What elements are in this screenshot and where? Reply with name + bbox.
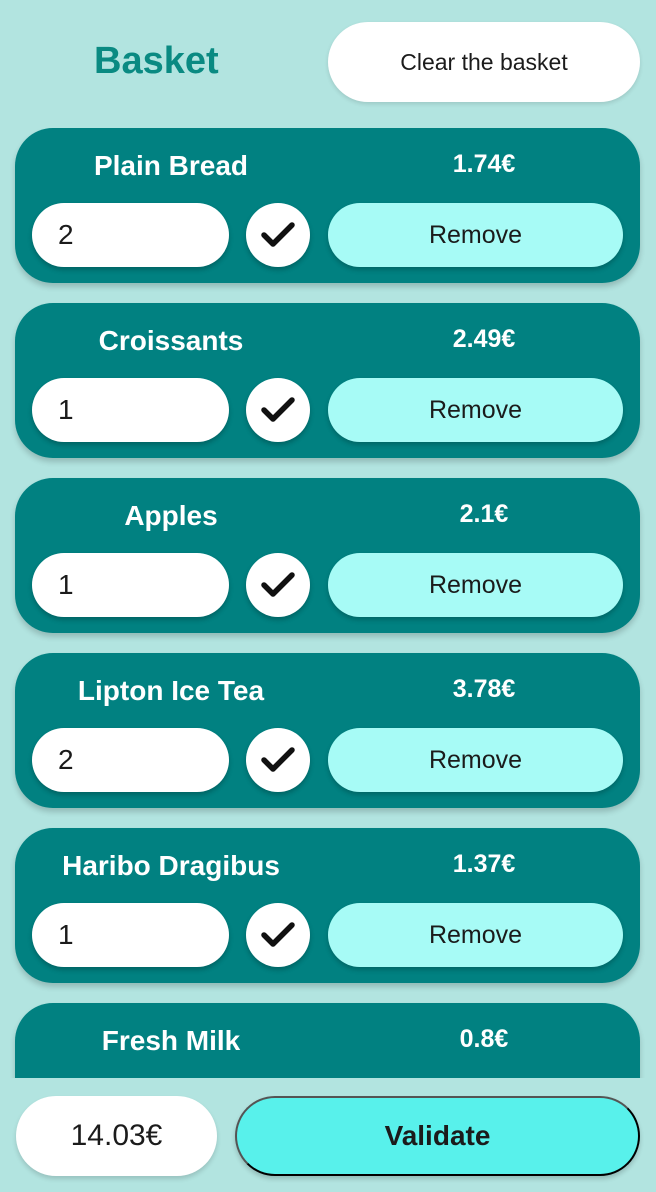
item-price: 1.37€ [452, 850, 516, 878]
item-name: Apples [124, 500, 218, 531]
item-name: Plain Bread [93, 150, 249, 181]
footer-bar: 14.03€ Validate [0, 1078, 656, 1192]
remove-button[interactable]: Remove [328, 203, 623, 267]
item-name: Lipton Ice Tea [77, 675, 265, 706]
confirm-quantity-button[interactable] [246, 203, 310, 267]
item-price: 2.49€ [452, 325, 516, 353]
header: Basket Clear the basket [0, 0, 656, 128]
quantity-input[interactable]: 2 [32, 203, 229, 267]
check-icon [261, 397, 295, 422]
remove-button[interactable]: Remove [328, 728, 623, 792]
basket-item: Plain Bread 1.74€ 2 Remove [15, 128, 640, 283]
basket-total: 14.03€ [16, 1096, 217, 1176]
quantity-input[interactable]: 1 [32, 378, 229, 442]
confirm-quantity-button[interactable] [246, 728, 310, 792]
clear-basket-button[interactable]: Clear the basket [328, 22, 640, 102]
item-price: 3.78€ [452, 675, 516, 703]
basket-screen: Basket Clear the basket Plain Bread 1.74… [0, 0, 656, 1192]
quantity-input[interactable]: 1 [32, 553, 229, 617]
check-icon [261, 222, 295, 247]
quantity-input[interactable]: 1 [32, 903, 229, 967]
basket-item: Lipton Ice Tea 3.78€ 2 Remove [15, 653, 640, 808]
item-price: 2.1€ [459, 500, 509, 528]
validate-button[interactable]: Validate [235, 1096, 640, 1176]
item-name: Haribo Dragibus [62, 850, 280, 881]
item-price: 0.8€ [459, 1025, 509, 1053]
confirm-quantity-button[interactable] [246, 553, 310, 617]
item-name: Fresh Milk [101, 1025, 241, 1056]
page-title: Basket [94, 40, 219, 82]
remove-button[interactable]: Remove [328, 553, 623, 617]
confirm-quantity-button[interactable] [246, 378, 310, 442]
item-price: 1.74€ [452, 150, 516, 178]
basket-item: Croissants 2.49€ 1 Remove [15, 303, 640, 458]
remove-button[interactable]: Remove [328, 903, 623, 967]
remove-button[interactable]: Remove [328, 378, 623, 442]
check-icon [261, 747, 295, 772]
check-icon [261, 922, 295, 947]
confirm-quantity-button[interactable] [246, 903, 310, 967]
basket-list[interactable]: Plain Bread 1.74€ 2 Remove Croissants 2.… [0, 128, 656, 1078]
basket-item: Apples 2.1€ 1 Remove [15, 478, 640, 633]
basket-item: Fresh Milk 0.8€ [15, 1003, 640, 1078]
check-icon [261, 572, 295, 597]
quantity-input[interactable]: 2 [32, 728, 229, 792]
item-name: Croissants [98, 325, 244, 356]
basket-item: Haribo Dragibus 1.37€ 1 Remove [15, 828, 640, 983]
